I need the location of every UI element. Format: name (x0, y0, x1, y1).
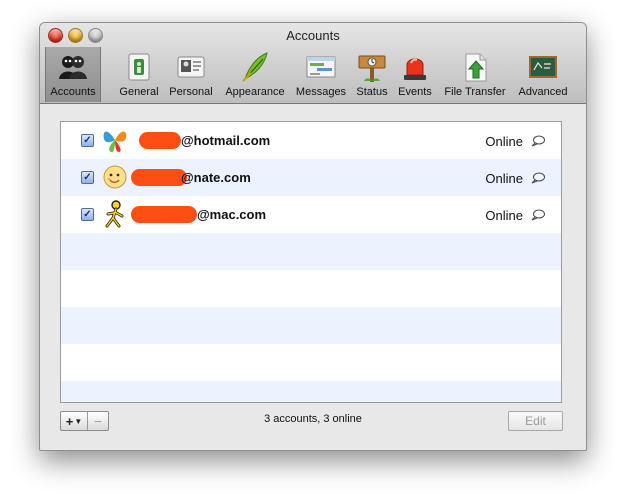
msn-butterfly-icon (101, 125, 129, 155)
tab-general[interactable]: General (116, 47, 162, 102)
empty-row (61, 270, 561, 307)
redacted-username (131, 169, 187, 186)
accounts-preferences-window: Accounts Accounts General Personal Appea… (39, 22, 587, 451)
edit-button[interactable]: Edit (508, 411, 563, 431)
tab-label: Events (398, 86, 432, 98)
feather-icon (239, 51, 271, 83)
empty-row (61, 381, 561, 402)
account-row[interactable]: ✓ @mac.com Online (61, 196, 561, 233)
two-people-icon (57, 51, 89, 83)
tab-label: File Transfer (444, 86, 506, 98)
account-status: Online (485, 134, 523, 149)
tab-label: Status (356, 86, 388, 98)
speech-bubble-icon (531, 208, 545, 221)
window-title: Accounts (286, 28, 340, 43)
account-row[interactable]: ✓ @hotmail.com Online (61, 122, 561, 159)
aim-running-man-icon (101, 199, 129, 229)
redacted-username (139, 132, 181, 149)
account-enabled-checkbox[interactable]: ✓ (81, 134, 94, 147)
account-email: @nate.com (181, 170, 251, 185)
tab-label: Messages (295, 86, 347, 98)
tab-accounts[interactable]: Accounts (45, 47, 101, 102)
tab-status[interactable]: Status (353, 47, 391, 102)
tab-label: Personal (169, 86, 213, 98)
account-enabled-checkbox[interactable]: ✓ (81, 171, 94, 184)
file-upload-icon (459, 51, 491, 83)
account-enabled-checkbox[interactable]: ✓ (81, 208, 94, 221)
account-row[interactable]: ✓ @nate.com Online (61, 159, 561, 196)
light-switch-icon (123, 51, 155, 83)
tab-file-transfer[interactable]: File Transfer (440, 47, 510, 102)
speech-bubble-icon (531, 134, 545, 147)
empty-row (61, 344, 561, 381)
wooden-sign-icon (356, 51, 388, 83)
chat-window-icon (305, 51, 337, 83)
account-email: @mac.com (197, 207, 267, 222)
id-card-icon (175, 51, 207, 83)
empty-row (61, 233, 561, 270)
redacted-username (131, 206, 197, 223)
preferences-toolbar: Accounts Accounts General Personal Appea… (40, 23, 586, 104)
accounts-list[interactable]: ✓ @hotmail.com Online ✓ @nate.com Online… (60, 121, 562, 403)
tab-appearance[interactable]: Appearance (223, 47, 287, 102)
accounts-summary: 3 accounts, 3 online (264, 413, 362, 425)
chalkboard-icon (527, 51, 559, 83)
tab-label: Appearance (225, 86, 285, 98)
tab-personal[interactable]: Personal (166, 47, 216, 102)
tab-label: General (119, 86, 159, 98)
account-status: Online (485, 208, 523, 223)
speech-bubble-icon (531, 171, 545, 184)
tab-messages[interactable]: Messages (294, 47, 348, 102)
account-email: @hotmail.com (181, 133, 271, 148)
siren-icon (399, 51, 431, 83)
tab-label: Advanced (518, 86, 568, 98)
tab-label: Accounts (50, 86, 96, 98)
tab-advanced[interactable]: Advanced (514, 47, 572, 102)
tab-events[interactable]: Events (395, 47, 435, 102)
smiley-face-icon (101, 162, 129, 192)
empty-row (61, 307, 561, 344)
account-status: Online (485, 171, 523, 186)
